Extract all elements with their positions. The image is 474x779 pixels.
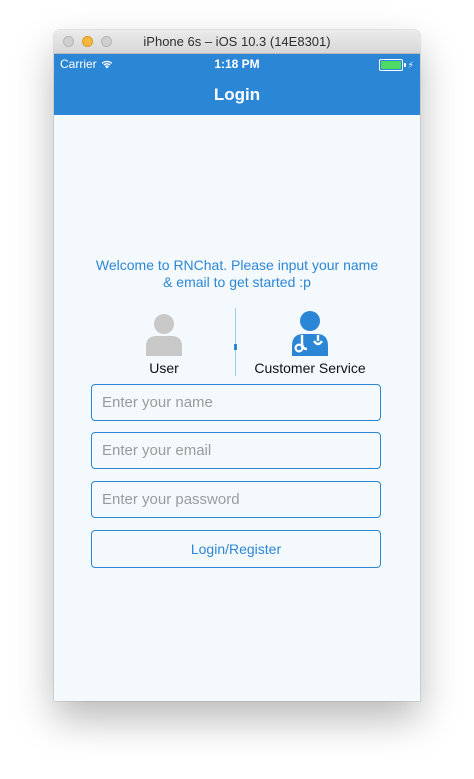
doctor-stethoscope-icon xyxy=(292,311,328,356)
battery-fill xyxy=(380,61,401,69)
role-selector: User Customer Service xyxy=(54,308,420,378)
status-time: 1:18 PM xyxy=(214,57,260,71)
battery-charging-icon: ⚡ xyxy=(378,59,414,71)
password-input[interactable] xyxy=(92,482,380,517)
role-user-label: User xyxy=(149,360,179,376)
role-user-option[interactable]: User xyxy=(94,308,234,376)
name-input[interactable] xyxy=(92,385,380,420)
navigation-bar: Carrier 1:18 PM ⚡ Login xyxy=(54,54,420,115)
email-field[interactable] xyxy=(91,432,381,469)
login-register-button[interactable]: Login/Register xyxy=(91,530,381,568)
welcome-message: Welcome to RNChat. Please input your nam… xyxy=(95,257,379,290)
role-customer-service-label: Customer Service xyxy=(254,360,366,376)
window-titlebar: iPhone 6s – iOS 10.3 (14E8301) xyxy=(54,30,420,54)
simulator-window: iPhone 6s – iOS 10.3 (14E8301) Carrier 1… xyxy=(54,30,420,701)
role-customer-service-option[interactable]: Customer Service xyxy=(240,308,380,376)
window-title: iPhone 6s – iOS 10.3 (14E8301) xyxy=(143,34,331,49)
name-field[interactable] xyxy=(91,384,381,421)
page-title: Login xyxy=(213,85,261,104)
user-icon xyxy=(146,314,182,356)
password-field[interactable] xyxy=(91,481,381,518)
role-divider xyxy=(235,308,236,376)
role-divider-indicator xyxy=(234,344,237,350)
email-input[interactable] xyxy=(92,433,380,468)
